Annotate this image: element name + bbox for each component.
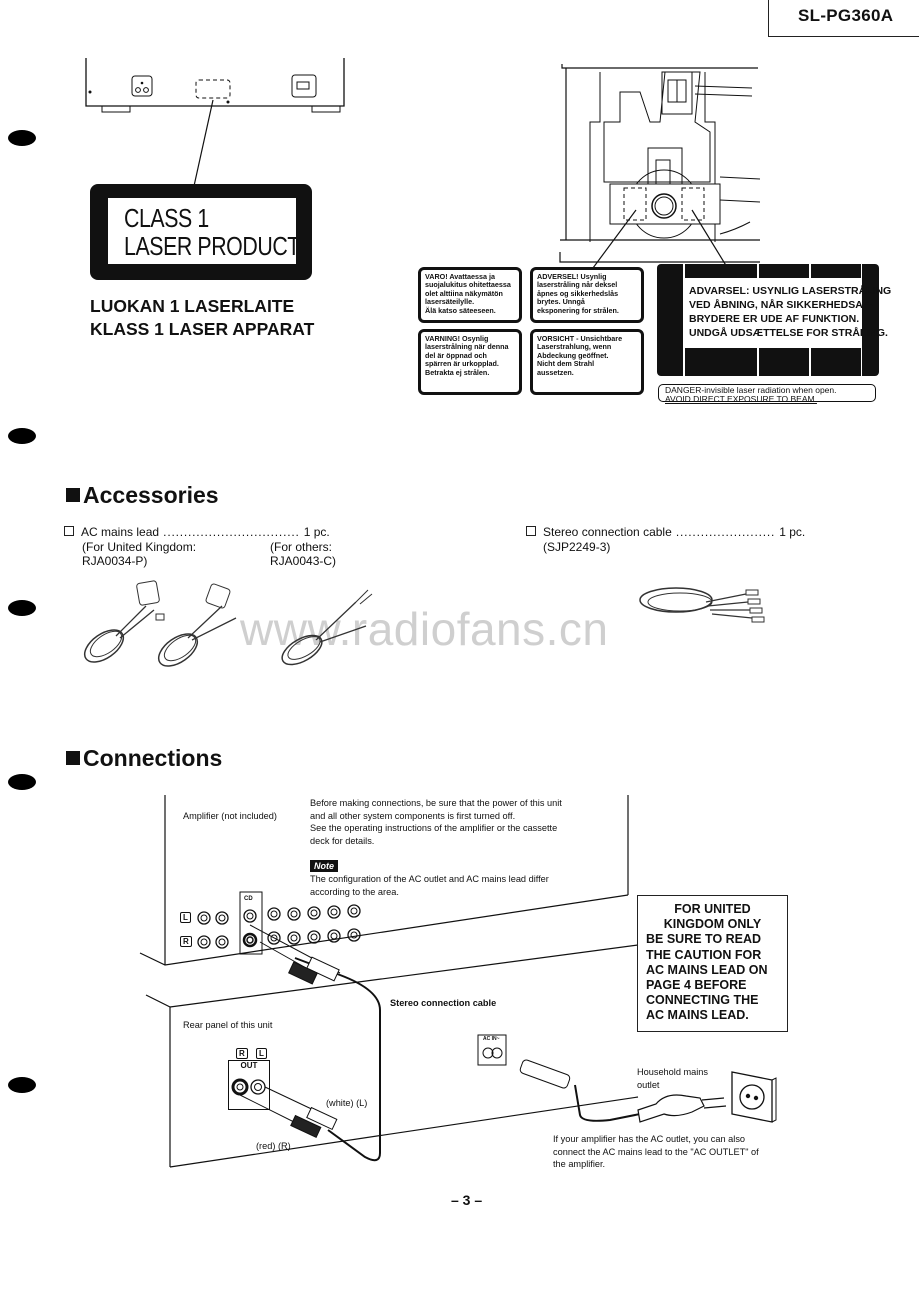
class-label-line: CLASS 1 [124,203,209,233]
advarsel-line: UNDGÅ UDSÆTTELSE FOR STRÅLING. [689,327,888,339]
connections-intro: Before making connections, be sure that … [310,798,562,846]
model-number: SL-PG360A [798,6,894,25]
out-jack-l [250,1079,266,1095]
binder-hole [8,130,36,146]
binder-hole [8,774,36,790]
advarsel-line: ADVARSEL: USYNLIG LASERSTRÅLING [689,285,892,297]
cd-mechanism-drawing [559,64,761,273]
out-r-label: R [236,1048,248,1059]
connection-diagram [139,795,646,1168]
ac-lead-variant-others: (For others: RJA0043-C) [270,540,337,568]
advarsel-danish-label: ADVARSEL: USYNLIG LASERSTRÅLING VED ÅBNI… [657,264,892,376]
accessory-stereo-cable: Stereo connection cable ................… [526,525,805,539]
amp-l-label: L [180,912,191,923]
danger-label: DANGER-invisible laser radiation when op… [658,384,876,404]
advarsel-line: BRYDERE ER UDE AF FUNKTION. [689,313,860,325]
page-number: – 3 – [451,1192,483,1208]
cd-label: CD [244,896,253,902]
uk-caution-box: FOR UNITED KINGDOM ONLY BE SURE TO READ … [637,895,788,1032]
stereo-cable-drawing [639,587,765,623]
accessories-heading: Accessories [66,482,219,509]
translation-swedish: KLASS 1 LASER APPARAT [90,319,315,339]
note-badge: Note [310,856,338,874]
amplifier-jack-panel [197,904,361,949]
warning-norwegian: ADVERSEL! Usynlig laserstråling når dekse… [530,267,644,323]
section-bullet-icon [66,488,80,502]
ac-lead-others-drawing [281,589,373,666]
class-1-laser-label: CLASS 1 LASER PRODUCT [90,184,312,280]
amp-r-label: R [180,936,192,947]
binder-hole [8,1077,36,1093]
checkbox-icon [64,526,74,536]
ac-lead-variant-uk: (For United Kingdom: RJA0034-P) [82,540,197,568]
stereo-cable-part: (SJP2249-3) [543,540,611,554]
note-text: The configuration of the AC outlet and A… [310,874,549,897]
jack-row-r [197,928,361,949]
warning-finnish: VARO! Avattaessa ja suojalukitus ohitetta… [418,267,522,323]
binder-hole [8,428,36,444]
ac-lead-uk-alt-drawing [157,583,237,667]
advarsel-line: VED ÅBNING, NÅR SIKKERHEDSAF- [689,299,873,311]
out-jack-panel: OUT [228,1060,270,1110]
rear-panel-label: Rear panel of this unit [183,1020,273,1030]
class-label-line: LASER PRODUCT [124,231,300,261]
red-r-label: (red) (R) [256,1141,291,1151]
warning-german: VORSICHT - Unsichtbare Laserstrahlung, we… [530,329,644,395]
accessory-ac-mains-lead: AC mains lead ..........................… [64,525,330,539]
connections-heading: Connections [66,745,222,772]
checkbox-icon [526,526,536,536]
unit-rear-panel-drawing [85,58,345,187]
translation-finnish: LUOKAN 1 LASERLAITE [90,296,295,316]
stereo-cable-label: Stereo connection cable [390,998,497,1008]
warning-swedish: VARNING! Osynlig laserstrålning när denna… [418,329,522,395]
wall-outlet-drawing [731,1071,777,1123]
ac-in-label: AC IN~ [483,1036,500,1042]
mains-plug-drawing [637,1094,727,1123]
multilingual-warning-labels: VARO! Avattaessa ja suojalukitus ohitetta… [418,267,644,397]
white-l-label: (white) (L) [326,1098,368,1108]
ac-outlet-note: If your amplifier has the AC outlet, you… [553,1134,759,1170]
amplifier-label: Amplifier (not included) [183,811,277,821]
jack-row-l [197,904,361,925]
section-bullet-icon [66,751,80,765]
out-l-label: L [256,1048,267,1059]
laser-translations: LUOKAN 1 LASERLAITE KLASS 1 LASER APPARA… [90,295,314,341]
binder-hole [8,600,36,616]
